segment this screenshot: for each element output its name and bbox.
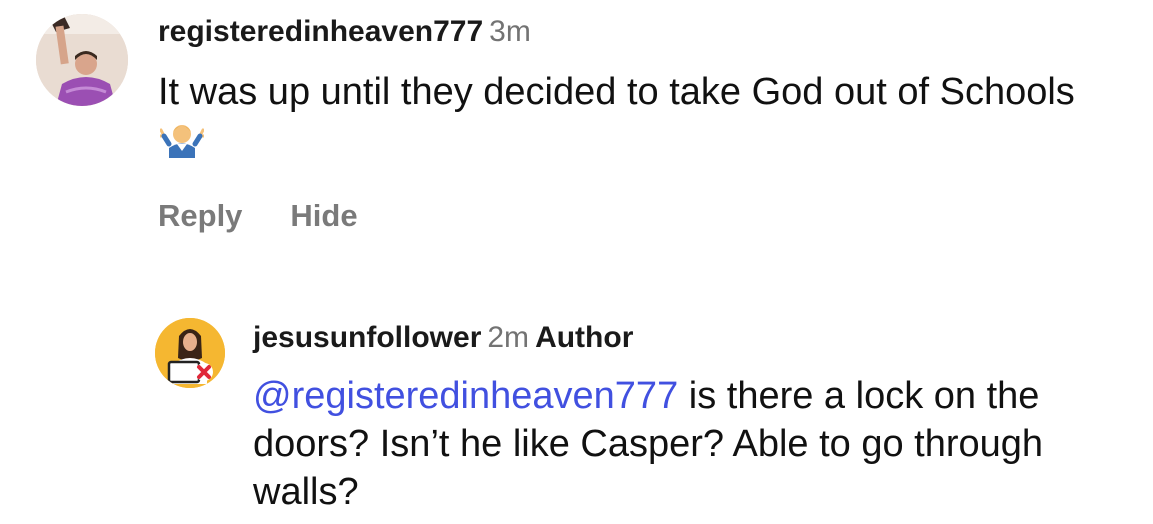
comment-body: jesusunfollower 2m Author @registeredinhea… (253, 318, 1153, 516)
comment-body: registeredinheaven777 3m It was up until … (158, 12, 1138, 234)
comment-text: @registeredinheaven777 is there a lock o… (253, 372, 1083, 516)
comment-meta: jesusunfollower 2m Author (253, 318, 1153, 358)
username[interactable]: jesusunfollower (253, 321, 481, 354)
reply-button[interactable]: Reply (158, 198, 242, 233)
person-shrugging-icon (158, 118, 206, 170)
username[interactable]: registeredinheaven777 (158, 15, 483, 48)
mention-link[interactable]: @registeredinheaven777 (253, 375, 678, 417)
hide-button[interactable]: Hide (290, 198, 357, 233)
comment-text-content: It was up until they decided to take God… (158, 71, 1075, 113)
comment-text: It was up until they decided to take God… (158, 68, 1078, 170)
avatar[interactable] (36, 14, 128, 106)
comment-meta: registeredinheaven777 3m (158, 12, 1138, 52)
timestamp: 3m (489, 15, 531, 48)
author-badge: Author (535, 321, 634, 354)
timestamp: 2m (487, 321, 530, 354)
comment-actions: Reply Hide (158, 198, 1138, 234)
avatar[interactable] (155, 318, 225, 388)
